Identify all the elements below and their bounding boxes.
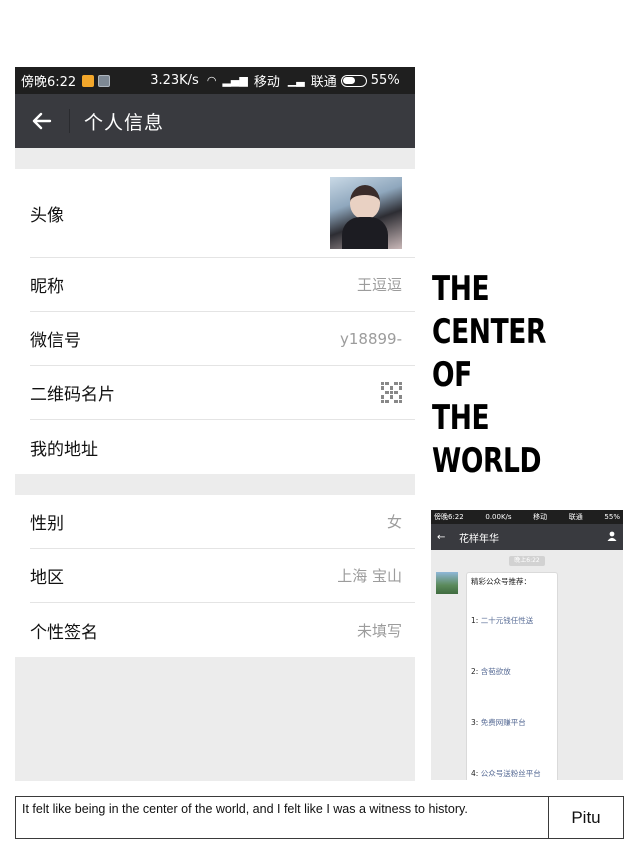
row-signature[interactable]: 个性签名 未填写 — [30, 603, 415, 657]
message-bubble[interactable]: 精彩公众号推荐： 1: 二十元钱任性送 2: 含苞欲放 3: 免费网赚平台 4:… — [466, 572, 558, 780]
mini-status-time: 傍晚6:22 — [434, 513, 464, 521]
list-item[interactable]: 3: 免费网赚平台 — [471, 717, 553, 728]
arrow-left-icon — [32, 112, 52, 130]
gender-label: 性别 — [30, 514, 64, 534]
mini-carrier-2: 联通 — [568, 513, 583, 521]
person-icon[interactable] — [607, 531, 617, 544]
row-nickname[interactable]: 昵称 王逗逗 — [30, 258, 415, 312]
section-gap — [15, 474, 415, 495]
headline-line: THE — [432, 398, 490, 438]
caption-text: It felt like being in the center of the … — [16, 797, 549, 838]
region-label: 地区 — [30, 568, 64, 588]
chat-screen: 傍晚6:22 0.00K/s 移动 联通 55% ← 花样年华 晚上6:22 精… — [431, 510, 623, 780]
row-avatar[interactable]: 头像 — [30, 169, 415, 258]
list-item[interactable]: 1: 二十元钱任性送 — [471, 615, 553, 626]
signal-weak-icon: ▁▃ — [287, 74, 305, 87]
brand-label: Pitu — [571, 807, 601, 827]
address-label: 我的地址 — [30, 439, 98, 460]
mini-back-icon[interactable]: ← — [437, 532, 459, 543]
nav-divider — [69, 109, 70, 133]
wechat-id-label: 微信号 — [30, 331, 81, 351]
status-bar: 傍晚6:22 3.23K/s ◠ ▂▄▆ 移动 ▁▃ 联通 55% — [15, 67, 415, 94]
wifi-icon: ◠ — [206, 74, 217, 87]
gender-value: 女 — [386, 513, 402, 531]
signal-icon: ▂▄▆ — [222, 74, 248, 87]
mini-carrier-1: 移动 — [533, 513, 548, 521]
mini-network-speed: 0.00K/s — [485, 513, 512, 521]
notification-icon — [82, 74, 95, 87]
mini-status-bar: 傍晚6:22 0.00K/s 移动 联通 55% — [431, 510, 623, 524]
nickname-value: 王逗逗 — [356, 276, 402, 294]
signature-value: 未填写 — [356, 621, 402, 640]
signature-label: 个性签名 — [30, 622, 98, 643]
headline-line: CENTER — [432, 312, 547, 352]
row-wechat-id[interactable]: 微信号 y18899- — [30, 312, 415, 366]
mini-nav-bar: ← 花样年华 — [431, 524, 623, 550]
carrier-2: 联通 — [310, 75, 337, 90]
chat-message: 精彩公众号推荐： 1: 二十元钱任性送 2: 含苞欲放 3: 免费网赚平台 4:… — [431, 572, 623, 780]
headline-line: WORLD — [432, 441, 542, 481]
profile-group-1: 头像 昵称 王逗逗 微信号 y18899- 二维码名片 我的地址 — [15, 169, 415, 474]
status-time: 傍晚6:22 — [21, 75, 77, 90]
battery-level: 55% — [370, 73, 400, 88]
message-header: 精彩公众号推荐： — [471, 577, 531, 586]
chat-timestamp: 晚上6:22 — [509, 556, 545, 566]
list-item[interactable]: 2: 含苞欲放 — [471, 666, 553, 677]
avatar-label: 头像 — [30, 205, 64, 226]
region-value: 上海 宝山 — [337, 567, 402, 585]
chat-title: 花样年华 — [459, 533, 499, 545]
wechat-id-value: y18899- — [339, 329, 402, 348]
nav-bar: 个人信息 — [15, 94, 415, 148]
qr-code-icon — [381, 382, 402, 403]
carrier-1: 移动 — [253, 75, 280, 90]
row-qr-code[interactable]: 二维码名片 — [30, 366, 415, 420]
headline-line: OF — [432, 355, 472, 395]
list-item[interactable]: 4: 公众号送粉丝平台 — [471, 768, 553, 779]
sender-avatar[interactable] — [436, 572, 458, 594]
profile-screen: 傍晚6:22 3.23K/s ◠ ▂▄▆ 移动 ▁▃ 联通 55% 个人信息 头… — [15, 67, 415, 781]
section-gap — [15, 148, 415, 169]
qr-code-label: 二维码名片 — [30, 385, 115, 405]
mini-battery-level: 55% — [604, 513, 620, 521]
image-notification-icon — [98, 74, 111, 87]
row-address[interactable]: 我的地址 — [30, 420, 415, 474]
page-title: 个人信息 — [84, 111, 165, 134]
battery-icon — [340, 74, 367, 87]
headline-line: THE — [432, 269, 490, 309]
headline: THE CENTER OF THE WORLD — [432, 268, 547, 483]
profile-group-2: 性别 女 地区 上海 宝山 个性签名 未填写 — [15, 495, 415, 657]
caption-bar: It felt like being in the center of the … — [15, 796, 624, 839]
network-speed: 3.23K/s — [150, 73, 199, 88]
back-button[interactable] — [15, 94, 69, 148]
row-region[interactable]: 地区 上海 宝山 — [30, 549, 415, 603]
avatar — [330, 177, 402, 249]
row-gender[interactable]: 性别 女 — [30, 495, 415, 549]
nickname-label: 昵称 — [30, 277, 64, 297]
